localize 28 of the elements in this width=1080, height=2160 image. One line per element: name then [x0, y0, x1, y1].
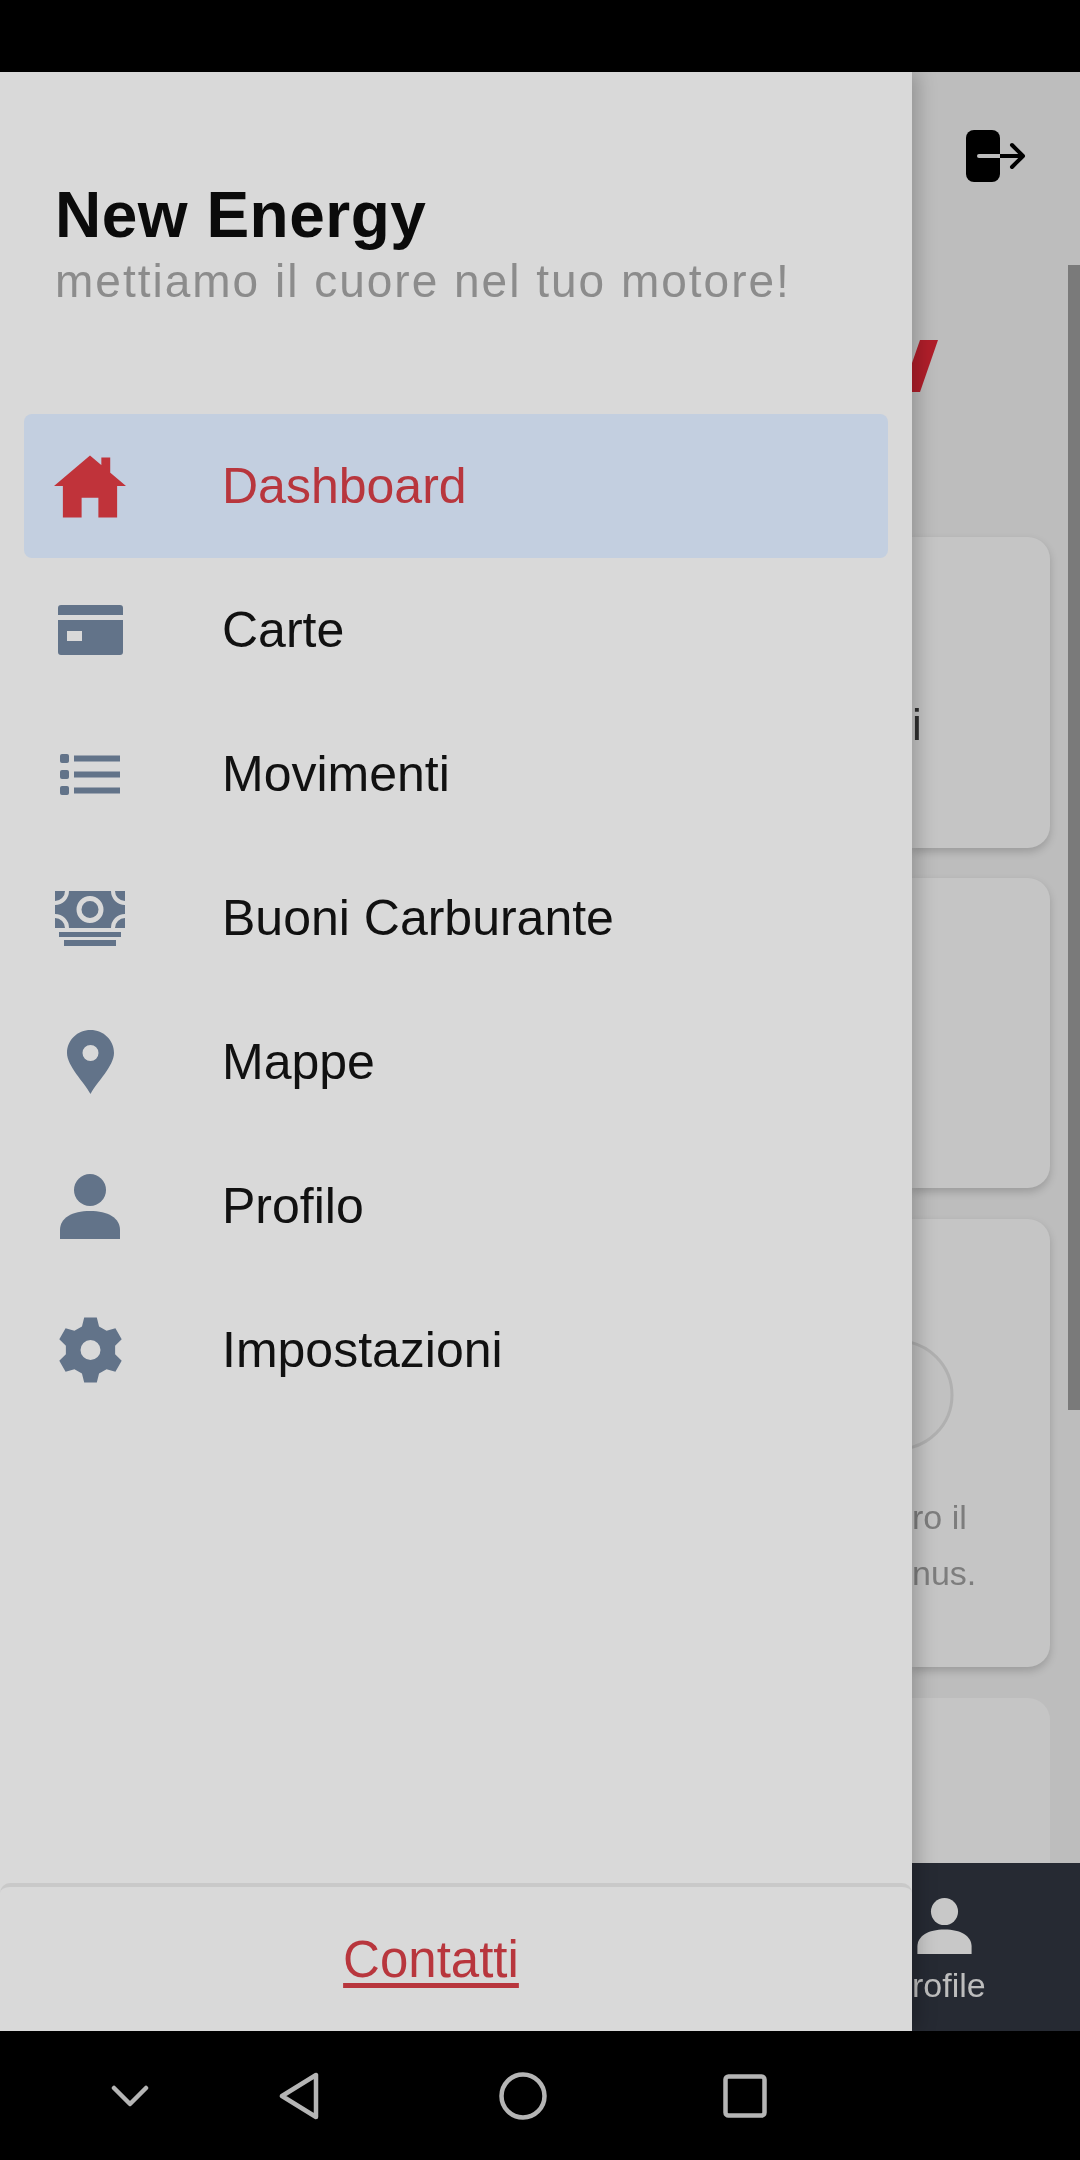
list-icon — [60, 753, 120, 795]
card-text: i — [912, 699, 922, 751]
app-tagline: mettiamo il cuore nel tuo motore! — [55, 254, 791, 308]
menu-item[interactable]: Mappe — [24, 990, 888, 1134]
recent-apps-icon[interactable] — [723, 2073, 767, 2118]
person-icon — [60, 1173, 120, 1239]
house-icon — [54, 454, 126, 518]
settings-icon — [57, 1317, 123, 1383]
back-icon[interactable] — [279, 2071, 319, 2120]
credit-card-icon — [57, 605, 123, 655]
banknote-icon — [55, 890, 125, 946]
menu-item[interactable]: Buoni Carburante — [24, 846, 888, 990]
menu-item[interactable]: Profilo — [24, 1134, 888, 1278]
menu-item[interactable]: Impostazioni — [24, 1278, 888, 1422]
menu-item[interactable]: Movimenti — [24, 702, 888, 846]
card-text: nus. — [912, 1553, 977, 1594]
tab-label[interactable]: rofile — [912, 1965, 986, 2006]
person-icon[interactable] — [917, 1898, 972, 1954]
card-text: ro il — [912, 1497, 967, 1538]
menu-item[interactable]: Dashboard — [24, 414, 888, 558]
home-icon[interactable] — [499, 2071, 547, 2120]
contacts-link[interactable]: Contatti — [343, 1929, 519, 1989]
chevron-down-icon[interactable] — [111, 2084, 149, 2107]
logout-icon[interactable] — [966, 130, 1026, 182]
scrollbar-thumb[interactable] — [1068, 265, 1080, 1410]
app-title: New Energy — [55, 178, 427, 252]
menu-item[interactable]: Carte — [24, 558, 888, 702]
map-pin-icon — [66, 1030, 114, 1094]
